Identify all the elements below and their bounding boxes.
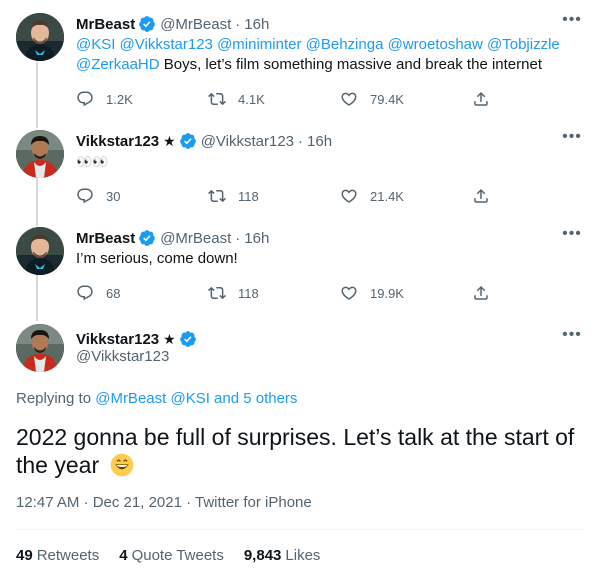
reply-count: 1.2K bbox=[106, 91, 133, 107]
user-handle[interactable]: @MrBeast bbox=[160, 230, 231, 247]
main-tweet-text: 2022 gonna be full of surprises. Let’s t… bbox=[16, 423, 586, 479]
star-badge: ★ bbox=[163, 330, 176, 347]
reply-button[interactable]: 1.2K bbox=[76, 90, 208, 108]
separator-dot: · bbox=[235, 229, 241, 247]
tweet-text: @KSI @Vikkstar123 @miniminter @Behzinga … bbox=[76, 35, 576, 75]
more-icon[interactable]: ••• bbox=[561, 129, 583, 150]
retweet-icon bbox=[208, 286, 226, 300]
replying-to: Replying to @MrBeast @KSI and 5 others bbox=[16, 390, 297, 407]
reply-button[interactable]: 68 bbox=[76, 284, 208, 302]
more-icon[interactable]: ••• bbox=[561, 226, 583, 247]
tweet-timestamp[interactable]: 12:47 AM · Dec 21, 2021 · Twitter for iP… bbox=[16, 494, 312, 511]
user-handle[interactable]: @Vikkstar123 bbox=[76, 348, 169, 365]
verified-badge-icon bbox=[179, 133, 196, 149]
verified-badge-icon bbox=[139, 16, 156, 32]
reply-icon bbox=[77, 188, 93, 204]
tweet-time[interactable]: 16h bbox=[307, 133, 332, 150]
share-icon bbox=[474, 285, 488, 300]
reply-count: 68 bbox=[106, 285, 121, 301]
share-button[interactable] bbox=[472, 284, 512, 302]
quotes-label: Quote Tweets bbox=[131, 547, 224, 564]
user-handle[interactable]: @Vikkstar123 bbox=[201, 133, 294, 150]
retweet-icon bbox=[208, 92, 226, 106]
tweet-text: 👀👀 bbox=[76, 154, 109, 169]
display-name[interactable]: MrBeast bbox=[76, 16, 135, 33]
tweet-actions: 68 118 19.9K bbox=[76, 284, 546, 302]
retweets-label: Retweets bbox=[36, 547, 100, 564]
retweet-button[interactable]: 4.1K bbox=[208, 90, 340, 108]
avatar[interactable] bbox=[16, 130, 64, 178]
like-count: 21.4K bbox=[370, 188, 404, 204]
avatar[interactable] bbox=[16, 13, 64, 61]
separator-dot: · bbox=[235, 15, 241, 33]
more-icon[interactable]: ••• bbox=[561, 327, 583, 348]
share-icon bbox=[474, 188, 488, 203]
like-button[interactable]: 19.9K bbox=[340, 284, 472, 302]
like-icon bbox=[341, 92, 357, 106]
grinning-emoji-icon bbox=[110, 453, 133, 477]
like-count: 79.4K bbox=[370, 91, 404, 107]
separator-dot: · bbox=[298, 132, 304, 150]
like-button[interactable]: 21.4K bbox=[340, 187, 472, 205]
retweet-count: 118 bbox=[238, 285, 259, 301]
retweets-stat[interactable]: 49 Retweets bbox=[16, 547, 99, 564]
share-button[interactable] bbox=[472, 90, 512, 108]
retweet-count: 4.1K bbox=[238, 91, 265, 107]
retweet-count: 118 bbox=[238, 188, 259, 204]
verified-badge-icon bbox=[139, 230, 156, 246]
thread-tweet[interactable]: MrBeast @MrBeast · 16h ••• @KSI @Vikksta… bbox=[0, 12, 599, 118]
more-icon[interactable]: ••• bbox=[561, 12, 583, 33]
tweet-time[interactable]: 16h bbox=[244, 230, 269, 247]
thread-tweet[interactable]: MrBeast @MrBeast · 16h ••• I’m serious, … bbox=[0, 226, 599, 313]
like-icon bbox=[341, 189, 357, 203]
tweet-text: I’m serious, come down! bbox=[76, 250, 238, 267]
share-button[interactable] bbox=[472, 187, 512, 205]
tweet-actions: 30 118 21.4K bbox=[76, 187, 546, 205]
retweet-icon bbox=[208, 189, 226, 203]
engagement-stats: 49 Retweets 4 Quote Tweets 9,843 Likes bbox=[16, 547, 340, 564]
retweet-button[interactable]: 118 bbox=[208, 284, 340, 302]
tweet-actions: 1.2K 4.1K 79.4K bbox=[76, 90, 546, 108]
divider bbox=[16, 529, 583, 530]
star-badge: ★ bbox=[163, 132, 176, 149]
display-name[interactable]: Vikkstar123 bbox=[76, 133, 159, 150]
avatar[interactable] bbox=[16, 227, 64, 275]
replying-to-link[interactable]: @MrBeast @KSI and 5 others bbox=[95, 390, 297, 407]
reply-icon bbox=[77, 91, 93, 107]
verified-badge-icon bbox=[179, 331, 196, 347]
replying-prefix: Replying to bbox=[16, 390, 96, 407]
tweet-text-content: Boys, let’s film something massive and b… bbox=[159, 56, 542, 73]
tweet-time[interactable]: 16h bbox=[244, 16, 269, 33]
display-name[interactable]: Vikkstar123 bbox=[76, 331, 159, 348]
user-handle[interactable]: @MrBeast bbox=[160, 16, 231, 33]
like-icon bbox=[341, 286, 357, 300]
main-tweet: Vikkstar123 ★ @Vikkstar123 ••• bbox=[0, 324, 599, 384]
quotes-count: 4 bbox=[119, 547, 128, 564]
likes-label: Likes bbox=[285, 547, 321, 564]
quote-tweets-stat[interactable]: 4 Quote Tweets bbox=[119, 547, 224, 564]
reply-button[interactable]: 30 bbox=[76, 187, 208, 205]
main-tweet-text-content: 2022 gonna be full of surprises. Let’s t… bbox=[16, 424, 575, 478]
reply-count: 30 bbox=[106, 188, 121, 204]
like-count: 19.9K bbox=[370, 285, 404, 301]
share-icon bbox=[474, 91, 488, 106]
display-name[interactable]: MrBeast bbox=[76, 230, 135, 247]
thread-tweet[interactable]: Vikkstar123 ★ @Vikkstar123 · 16h ••• 👀👀 … bbox=[0, 129, 599, 216]
like-button[interactable]: 79.4K bbox=[340, 90, 472, 108]
avatar[interactable] bbox=[16, 324, 64, 372]
likes-stat[interactable]: 9,843 Likes bbox=[244, 547, 321, 564]
retweet-button[interactable]: 118 bbox=[208, 187, 340, 205]
likes-count: 9,843 bbox=[243, 547, 282, 564]
reply-icon bbox=[77, 285, 93, 301]
retweets-count: 49 bbox=[16, 547, 33, 564]
